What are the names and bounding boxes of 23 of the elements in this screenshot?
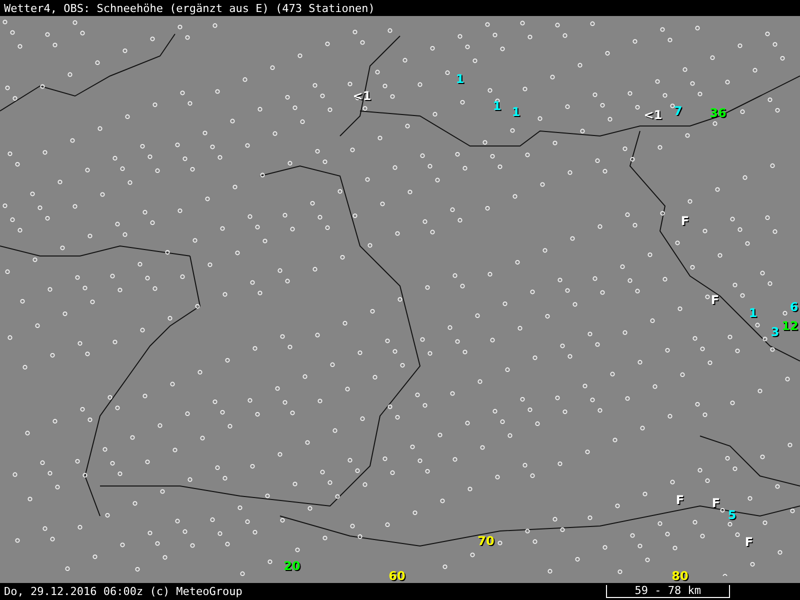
window-title: Wetter4, OBS: Schneehöhe (ergänzt aus E) (473 Stationen)	[4, 2, 375, 14]
snow-depth-label: <1	[644, 109, 662, 121]
snow-depth-label: 6	[790, 301, 798, 313]
snow-depth-label: 1	[512, 106, 520, 118]
snow-depth-label: 1	[456, 73, 464, 85]
snow-depth-label: 7	[674, 105, 682, 117]
snow-depth-label: 3	[770, 326, 780, 338]
snow-depth-label: 1	[492, 100, 502, 112]
snow-depth-label: F	[712, 497, 720, 509]
snow-depth-label: F	[676, 494, 684, 506]
snow-depth-label: 80	[672, 570, 688, 582]
snow-depth-label: F	[744, 536, 754, 548]
scale-bar: 59 - 78 km	[606, 585, 730, 598]
snow-depth-label: F	[710, 294, 720, 306]
snow-depth-label: 12	[782, 320, 798, 332]
snow-depth-label: 20	[284, 560, 300, 572]
snow-depth-label: 36	[710, 107, 726, 119]
caption-text: Do, 29.12.2016 06:00z (c) MeteoGroup	[4, 585, 242, 598]
snow-depth-label: 70	[478, 535, 494, 547]
snow-depth-label: 5	[728, 509, 736, 521]
snow-depth-label: 1	[748, 307, 758, 319]
snow-depth-label: 60	[388, 570, 406, 582]
snow-depth-label: F	[680, 215, 690, 227]
